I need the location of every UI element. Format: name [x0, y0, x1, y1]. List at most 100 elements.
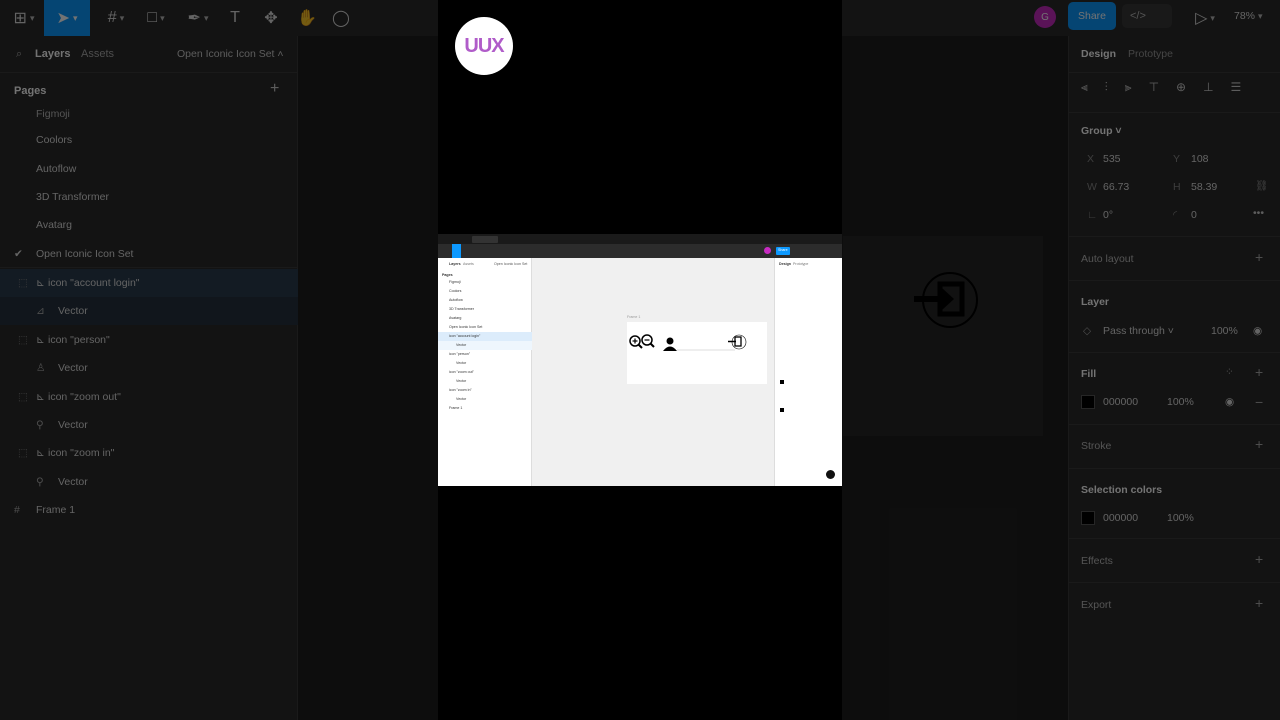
move-tool-button[interactable]: ➤ ▾: [44, 0, 90, 36]
blend-mode-select[interactable]: Pass through ˅: [1103, 325, 1174, 337]
align-right-icon[interactable]: ⫸: [1125, 80, 1132, 95]
pages-title: Pages: [14, 85, 47, 97]
mini-layer: icon "person": [449, 352, 471, 356]
more-options-icon[interactable]: •••: [1253, 207, 1264, 219]
y-input[interactable]: 108: [1191, 153, 1209, 165]
zoom-icon: ⚲: [36, 476, 44, 488]
group-dashed-icon: ⬚: [18, 391, 28, 403]
align-center-icon[interactable]: ⫶: [1105, 80, 1108, 95]
mini-layer: icon "zoom in": [449, 388, 472, 392]
add-export-button[interactable]: +: [1255, 595, 1263, 611]
resources-button[interactable]: ✥: [260, 6, 282, 30]
x-label: X: [1087, 153, 1095, 165]
right-sidebar: Design Prototype ⫷ ⫶ ⫸ ⊤ ⊕ ⊥ ☰ Group ˅ X…: [1068, 36, 1280, 720]
layer-row-vector[interactable]: ⚲ Vector: [0, 468, 298, 496]
selection-colors-title: Selection colors: [1081, 484, 1163, 496]
constrain-proportions-icon[interactable]: ⛓: [1255, 179, 1268, 192]
page-item-autoflow[interactable]: Autoflow: [0, 155, 298, 183]
dev-mode-toggle[interactable]: </>: [1122, 4, 1172, 28]
fill-styles-icon[interactable]: ⁘: [1225, 366, 1234, 378]
page-item-coolors[interactable]: Coolors: [0, 126, 298, 154]
width-input[interactable]: 66.73: [1103, 181, 1129, 193]
tab-prototype[interactable]: Prototype: [1128, 48, 1173, 60]
layer-title: Layer: [1081, 296, 1110, 308]
page-item-3d-transformer[interactable]: 3D Transformer: [0, 183, 298, 211]
selection-hex[interactable]: 000000: [1103, 512, 1138, 524]
pen-tool-button[interactable]: ✒ ▾: [182, 6, 214, 30]
add-stroke-button[interactable]: +: [1255, 436, 1263, 452]
tab-design[interactable]: Design: [1081, 48, 1116, 60]
selection-color-swatch[interactable]: [1081, 511, 1095, 525]
mini-tab-bar: [438, 234, 842, 244]
align-bottom-icon[interactable]: ⊥: [1203, 80, 1213, 95]
layer-row-vector[interactable]: ⊿ Vector: [0, 297, 298, 325]
fill-hex-input[interactable]: 000000: [1103, 396, 1138, 408]
comment-tool-button[interactable]: ◯: [330, 6, 352, 30]
layer-row-frame-1[interactable]: # Frame 1: [0, 496, 298, 524]
tab-assets[interactable]: Assets: [81, 48, 114, 60]
add-auto-layout-button[interactable]: +: [1255, 249, 1263, 265]
add-fill-button[interactable]: +: [1255, 364, 1263, 380]
components-icon: ✥: [264, 10, 278, 27]
mini-layer: Vector: [456, 397, 467, 401]
blend-mode-icon: ◇: [1083, 325, 1092, 337]
selection-opacity[interactable]: 100%: [1167, 512, 1194, 524]
visibility-eye-icon[interactable]: ◉: [1253, 325, 1262, 337]
group-dashed-icon: ⬚: [18, 334, 28, 346]
fill-visibility-eye-icon[interactable]: ◉: [1225, 396, 1234, 408]
fill-opacity-input[interactable]: 100%: [1167, 396, 1194, 408]
add-effect-button[interactable]: +: [1255, 551, 1263, 567]
search-icon[interactable]: ⌕: [16, 48, 22, 61]
x-input[interactable]: 535: [1103, 153, 1121, 165]
fill-color-swatch[interactable]: [1081, 395, 1095, 409]
video-frame: UUX Share Layers Assets Open Iconic Icon…: [438, 0, 842, 720]
distribute-icon[interactable]: ☰: [1231, 80, 1242, 95]
effects-title: Effects: [1081, 555, 1113, 567]
user-avatar[interactable]: G: [1034, 6, 1056, 28]
rectangle-icon: □: [147, 9, 158, 26]
mini-page: Open Iconic Icon Set: [449, 325, 483, 329]
layer-opacity-input[interactable]: 100%: [1211, 325, 1238, 337]
mini-tab-prototype: Prototype: [793, 262, 809, 266]
frame-icon: #: [14, 504, 20, 516]
w-label: W: [1087, 181, 1097, 193]
page-item-open-iconic[interactable]: ✔ Open Iconic Icon Set: [0, 240, 298, 268]
layer-row-account-login[interactable]: ⬚ ⊾ icon "account login": [0, 269, 298, 297]
group-label[interactable]: Group ˅: [1081, 125, 1122, 137]
layer-row-vector[interactable]: ⚲ Vector: [0, 411, 298, 439]
hand-tool-button[interactable]: ✋: [296, 6, 318, 30]
layer-row-vector[interactable]: ♙ Vector: [0, 354, 298, 382]
tab-layers[interactable]: Layers: [35, 48, 70, 60]
zoom-level[interactable]: 78% ▾: [1234, 10, 1263, 22]
frame-tool-button[interactable]: # ▾: [100, 6, 132, 30]
remove-fill-icon[interactable]: −: [1255, 394, 1263, 410]
share-button[interactable]: Share: [1068, 2, 1116, 30]
mini-page: Autoflow: [449, 298, 463, 302]
main-menu-button[interactable]: ⊞ ▾: [10, 6, 38, 30]
mini-left-panel: Layers Assets Open Iconic Icon Set Pages…: [438, 258, 532, 486]
group-dashed-icon: ⬚: [18, 447, 28, 459]
add-page-button[interactable]: +: [270, 80, 279, 98]
cursor-icon: ➤: [56, 10, 70, 27]
page-item-avatarg[interactable]: Avatarg: [0, 211, 298, 239]
radius-input[interactable]: 0: [1191, 209, 1197, 221]
page-item-figmoji[interactable]: Figmoji: [0, 100, 298, 128]
align-top-icon[interactable]: ⊤: [1149, 80, 1159, 95]
rotation-input[interactable]: 0°: [1103, 209, 1113, 221]
page-selector[interactable]: Open Iconic Icon Set ˄: [177, 48, 284, 60]
mini-share: Share: [778, 248, 788, 252]
present-button[interactable]: ▷ ▾: [1190, 6, 1220, 30]
align-middle-icon[interactable]: ⊕: [1176, 80, 1186, 95]
rotation-icon: ∟: [1087, 209, 1098, 221]
text-tool-button[interactable]: T: [224, 6, 246, 30]
pen-icon: ✒: [187, 10, 201, 27]
shape-tool-button[interactable]: □ ▾: [140, 6, 172, 30]
layer-row-zoom-out[interactable]: ⬚ ⊾ icon "zoom out": [0, 383, 298, 411]
mini-layer: icon "zoom out": [449, 370, 474, 374]
align-left-icon[interactable]: ⫷: [1081, 80, 1088, 95]
height-input[interactable]: 58.39: [1191, 181, 1217, 193]
fill-title: Fill: [1081, 368, 1097, 380]
layer-row-person[interactable]: ⬚ ⊾ icon "person": [0, 326, 298, 354]
layer-row-zoom-in[interactable]: ⬚ ⊾ icon "zoom in": [0, 439, 298, 467]
account-login-icon: [914, 272, 978, 328]
